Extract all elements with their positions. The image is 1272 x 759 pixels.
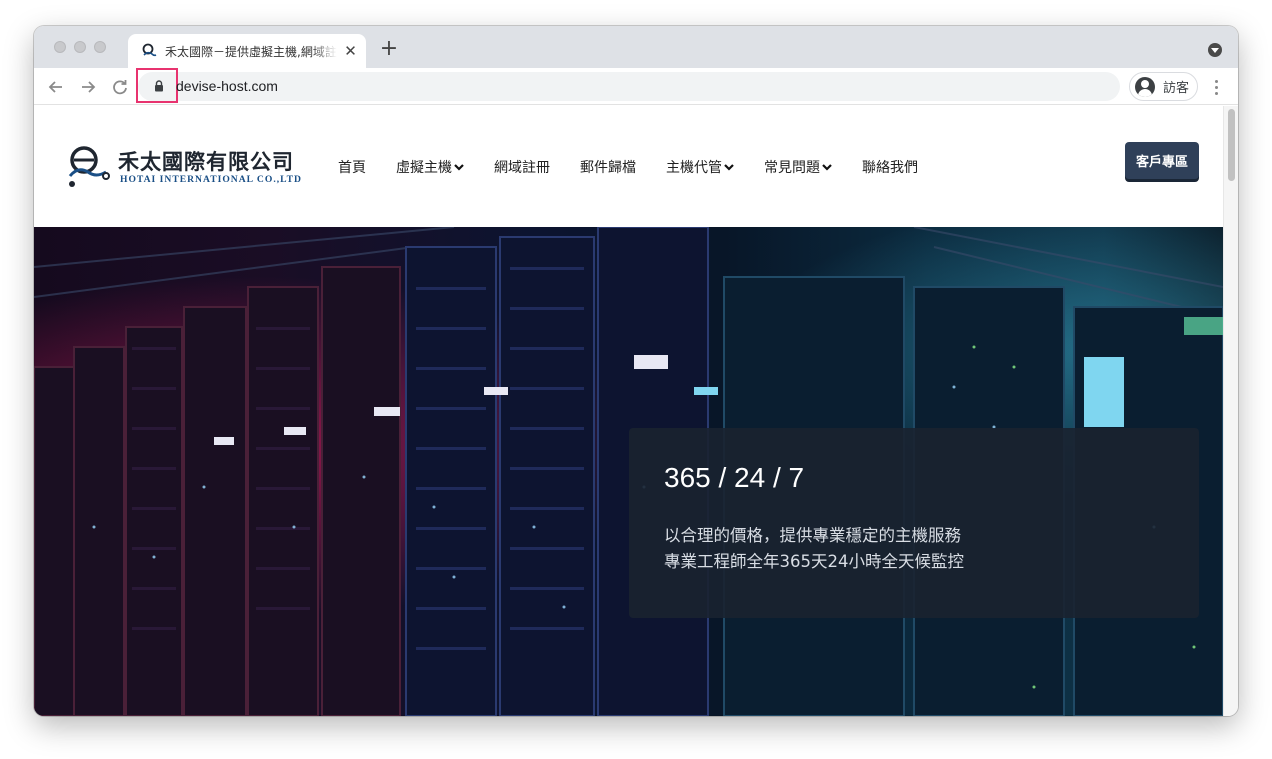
minimize-window-button[interactable] [74, 41, 86, 53]
forward-button[interactable] [77, 76, 99, 98]
tab-close-icon[interactable]: ✕ [343, 43, 358, 59]
nav-item-domain[interactable]: 網域註冊 [494, 157, 550, 177]
site-logo[interactable]: 禾太國際有限公司 HOTAI INTERNATIONAL CO.,LTD [64, 144, 314, 190]
logo-text-chinese: 禾太國際有限公司 [118, 149, 294, 174]
hero-banner: 365 / 24 / 7 以合理的價格，提供專業穩定的主機服務 專業工程師全年3… [34, 227, 1223, 716]
address-bar[interactable] [138, 72, 1120, 101]
nav-label: 常見問題 [764, 160, 820, 176]
tab-strip: 禾太國際－提供虛擬主機,網域註冊 ✕ + [34, 26, 1238, 68]
nav-item-mail-archive[interactable]: 郵件歸檔 [580, 157, 636, 177]
reload-button[interactable] [109, 76, 131, 98]
back-button[interactable] [45, 76, 67, 98]
more-menu-icon[interactable] [1210, 77, 1222, 97]
hero-line-2: 專業工程師全年365天24小時全天候監控 [664, 552, 964, 571]
chevron-down-icon [454, 164, 464, 171]
site-header: 禾太國際有限公司 HOTAI INTERNATIONAL CO.,LTD 首頁 … [34, 106, 1223, 227]
nav-item-virtual-host[interactable]: 虛擬主機 [396, 157, 464, 177]
client-area-button[interactable]: 客戶專區 [1125, 142, 1199, 179]
browser-window: 禾太國際－提供虛擬主機,網域註冊 ✕ + devise-host.com 訪客 … [34, 26, 1238, 716]
nav-label: 郵件歸檔 [580, 160, 636, 176]
page-scrollbar[interactable] [1223, 106, 1238, 716]
reload-icon [113, 80, 127, 95]
forward-arrow-icon [82, 81, 96, 93]
back-arrow-icon [48, 81, 62, 93]
nav-label: 網域註冊 [494, 160, 550, 176]
hero-info-card: 365 / 24 / 7 以合理的價格，提供專業穩定的主機服務 專業工程師全年3… [629, 428, 1199, 618]
site-favicon-icon [142, 43, 157, 57]
chevron-down-icon [822, 164, 832, 171]
browser-toolbar: devise-host.com 訪客 [34, 68, 1238, 105]
active-tab[interactable]: 禾太國際－提供虛擬主機,網域註冊 ✕ [128, 34, 366, 68]
tab-title: 禾太國際－提供虛擬主機,網域註冊 [165, 44, 338, 59]
nav-label: 首頁 [338, 160, 366, 176]
maximize-window-button[interactable] [94, 41, 106, 53]
close-window-button[interactable] [54, 41, 66, 53]
chevron-down-icon [724, 164, 734, 171]
nav-label: 虛擬主機 [396, 160, 452, 176]
scrollbar-thumb[interactable] [1228, 109, 1235, 181]
hero-line-1: 以合理的價格，提供專業穩定的主機服務 [664, 526, 961, 545]
nav-item-home[interactable]: 首頁 [338, 157, 366, 177]
hero-title: 365 / 24 / 7 [664, 462, 805, 493]
profile-button[interactable]: 訪客 [1129, 72, 1198, 101]
url-text[interactable]: devise-host.com [176, 78, 278, 94]
nav-item-colocation[interactable]: 主機代管 [666, 157, 734, 177]
new-tab-button[interactable]: + [378, 37, 400, 61]
main-nav: 首頁 虛擬主機 網域註冊 郵件歸檔 主機代管 常見問題 聯絡我們 [338, 156, 948, 178]
nav-label: 聯絡我們 [862, 160, 918, 176]
nav-label: 主機代管 [666, 160, 722, 176]
profile-label: 訪客 [1163, 81, 1190, 96]
lock-icon[interactable] [154, 80, 164, 92]
page-viewport: 禾太國際有限公司 HOTAI INTERNATIONAL CO.,LTD 首頁 … [34, 106, 1223, 716]
logo-text-english: HOTAI INTERNATIONAL CO.,LTD [120, 174, 302, 185]
logo-mark-icon [68, 146, 110, 187]
tab-search-icon[interactable] [1208, 43, 1222, 57]
nav-item-contact[interactable]: 聯絡我們 [862, 157, 918, 177]
nav-item-faq[interactable]: 常見問題 [764, 157, 832, 177]
avatar-icon [1135, 76, 1155, 97]
